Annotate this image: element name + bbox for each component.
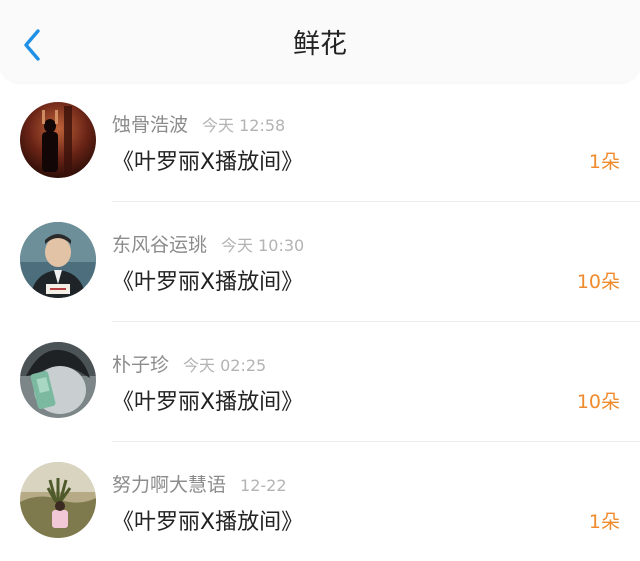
item-meta: 东风谷运珧 今天 10:30 (112, 230, 304, 258)
timestamp: 今天 12:58 (202, 116, 286, 135)
list-item[interactable]: 东风谷运珧 今天 10:30 《叶罗丽X播放间》 10朵 (0, 202, 640, 322)
avatar[interactable] (20, 342, 96, 418)
work-title[interactable]: 《叶罗丽X播放间》 (112, 264, 303, 296)
flower-count: 1朵 (588, 151, 620, 173)
item-meta: 朴子珍 今天 02:25 (112, 350, 266, 378)
flower-list: 蚀骨浩波 今天 12:58 《叶罗丽X播放间》 1朵 东风谷运珧 今天 10:3… (0, 82, 640, 561)
item-meta: 蚀骨浩波 今天 12:58 (112, 110, 285, 138)
header-bar: 鲜花 (0, 0, 640, 82)
item-meta: 努力啊大慧语 12-22 (112, 470, 287, 498)
list-item[interactable]: 努力啊大慧语 12-22 《叶罗丽X播放间》 1朵 (0, 442, 640, 561)
username[interactable]: 蚀骨浩波 (112, 114, 188, 136)
timestamp: 12-22 (240, 476, 287, 495)
work-title[interactable]: 《叶罗丽X播放间》 (112, 144, 303, 176)
flower-count: 10朵 (576, 271, 620, 293)
avatar[interactable] (20, 462, 96, 538)
work-title[interactable]: 《叶罗丽X播放间》 (112, 384, 303, 416)
screen: 鲜花 蚀骨浩波 今天 12:58 《叶罗丽X播放间》 1朵 东风谷运珧 今天 1… (0, 0, 640, 561)
list-item[interactable]: 朴子珍 今天 02:25 《叶罗丽X播放间》 10朵 (0, 322, 640, 442)
username[interactable]: 东风谷运珧 (112, 234, 207, 256)
flower-count: 1朵 (588, 511, 620, 533)
avatar[interactable] (20, 222, 96, 298)
avatar[interactable] (20, 102, 96, 178)
timestamp: 今天 02:25 (183, 356, 267, 375)
username[interactable]: 努力啊大慧语 (112, 474, 226, 496)
work-title[interactable]: 《叶罗丽X播放间》 (112, 504, 303, 536)
username[interactable]: 朴子珍 (112, 354, 169, 376)
timestamp: 今天 10:30 (221, 236, 305, 255)
flower-count: 10朵 (576, 391, 620, 413)
list-item[interactable]: 蚀骨浩波 今天 12:58 《叶罗丽X播放间》 1朵 (0, 82, 640, 202)
page-title: 鲜花 (293, 29, 347, 60)
